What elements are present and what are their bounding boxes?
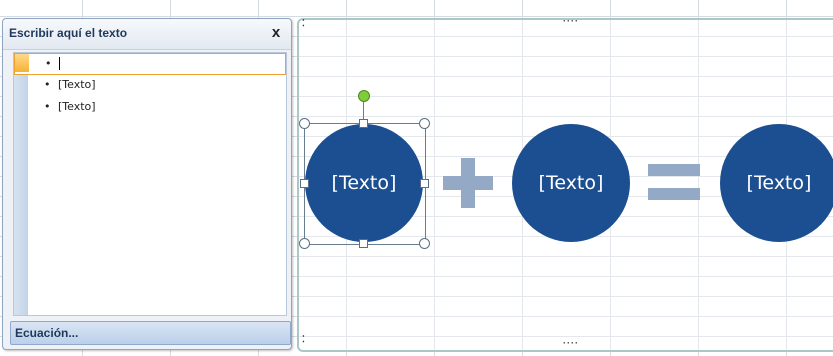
text-pane: Escribir aquí el texto x • • [Texto] • […	[2, 18, 292, 350]
list-item-text[interactable]	[59, 54, 60, 74]
text-pane-list[interactable]: • • [Texto] • [Texto]	[13, 52, 287, 316]
resize-handle-icon[interactable]	[359, 119, 368, 128]
resize-handle-icon[interactable]	[420, 179, 429, 188]
text-pane-header: Escribir aquí el texto x	[3, 19, 291, 50]
list-item[interactable]: •	[14, 53, 286, 75]
canvas-handle-icon[interactable]: ····	[563, 16, 579, 26]
resize-handle-icon[interactable]	[419, 118, 430, 129]
diagram-shape-3[interactable]: [Texto]	[720, 124, 833, 242]
diagram-shape-2[interactable]: [Texto]	[512, 124, 630, 242]
active-row-marker	[15, 54, 29, 72]
resize-handle-icon[interactable]	[359, 239, 368, 248]
list-item[interactable]: • [Texto]	[14, 75, 268, 95]
list-item[interactable]: • [Texto]	[14, 97, 268, 117]
equals-icon[interactable]	[648, 164, 700, 176]
close-icon[interactable]: x	[267, 24, 285, 42]
selection-box	[304, 123, 426, 245]
bullet-icon: •	[44, 100, 51, 113]
resize-handle-icon[interactable]	[299, 238, 310, 249]
plus-icon-vertical	[461, 158, 475, 208]
bullet-icon: •	[45, 57, 52, 70]
resize-handle-icon[interactable]	[300, 179, 309, 188]
list-item-text[interactable]: [Texto]	[58, 75, 96, 95]
equals-icon-bar	[648, 188, 700, 200]
list-item-text[interactable]: [Texto]	[58, 97, 96, 117]
bullet-icon: •	[44, 78, 51, 91]
canvas-handle-icon[interactable]: ⁚	[302, 334, 306, 345]
rotate-handle-icon[interactable]	[358, 90, 370, 102]
text-pane-title: Escribir aquí el texto	[9, 26, 128, 40]
equation-link-label[interactable]: Ecuación...	[15, 326, 78, 340]
equation-link[interactable]: Ecuación...	[10, 321, 291, 345]
resize-handle-icon[interactable]	[419, 238, 430, 249]
canvas-handle-icon[interactable]: ⁚	[302, 18, 306, 29]
text-caret	[59, 56, 60, 70]
canvas-handle-icon[interactable]: ····	[563, 338, 579, 348]
resize-handle-icon[interactable]	[299, 118, 310, 129]
